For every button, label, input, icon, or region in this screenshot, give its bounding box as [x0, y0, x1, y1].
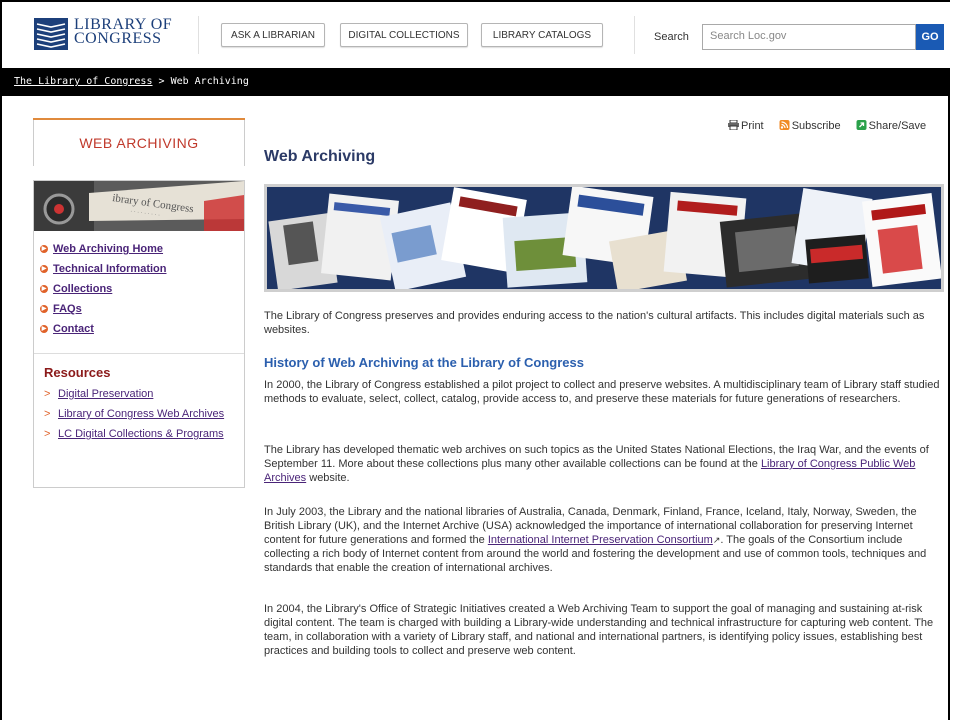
share-tool[interactable]: Share/Save — [856, 120, 932, 132]
banner-collage — [267, 187, 941, 289]
sidebar-image: ibrary of Congress · · · · · · · · · — [34, 181, 244, 231]
iipc-link[interactable]: International Internet Preservation Cons… — [488, 534, 713, 546]
history-paragraph-4: In 2004, the Library's Office of Strateg… — [264, 603, 934, 657]
resource-item[interactable]: > Library of Congress Web Archives — [44, 407, 240, 422]
share-label: Share/Save — [868, 120, 927, 132]
arrow-bullet-icon: ▶ — [40, 245, 48, 254]
resource-item[interactable]: > Digital Preservation — [44, 387, 240, 402]
print-tool[interactable]: Print — [728, 120, 773, 132]
logo-line2: CONGRESS — [74, 30, 162, 47]
loc-logo[interactable]: LIBRARY OF CONGRESS — [34, 17, 174, 52]
breadcrumb-bar: The Library of Congress > Web Archiving — [2, 68, 948, 96]
chevron-right-icon: > — [44, 408, 51, 420]
sidebar-link[interactable]: Collections — [53, 283, 112, 295]
sidebar-item-technical[interactable]: ▶ Technical Information — [40, 263, 166, 283]
resources-list: > Digital Preservation > Library of Congre… — [44, 387, 240, 447]
sidebar-item-collections[interactable]: ▶ Collections — [40, 283, 166, 303]
chevron-right-icon: > — [44, 388, 51, 400]
book-icon — [34, 18, 68, 50]
resources-heading: Resources — [44, 365, 111, 380]
resource-item[interactable]: > LC Digital Collections & Programs — [44, 427, 240, 442]
paragraph-text: website. — [306, 472, 350, 484]
page-title: Web Archiving — [264, 148, 376, 165]
sidebar-link[interactable]: Web Archiving Home — [53, 243, 163, 255]
sidebar-title: WEB ARCHIVING — [79, 135, 199, 151]
search-label: Search — [654, 31, 689, 43]
search-input[interactable]: Search Loc.gov — [702, 24, 916, 50]
breadcrumb: The Library of Congress > Web Archiving — [14, 76, 249, 87]
arrow-bullet-icon: ▶ — [40, 305, 48, 314]
print-label: Print — [741, 120, 764, 132]
sidebar-link[interactable]: FAQs — [53, 303, 82, 315]
history-paragraph-1: In 2000, the Library of Congress establi… — [264, 379, 940, 405]
site-header: LIBRARY OF CONGRESS ASK A LIBRARIAN DIGI… — [2, 2, 950, 68]
rss-icon — [779, 120, 790, 130]
history-paragraph-2: The Library has developed thematic web a… — [264, 443, 944, 485]
header-divider — [198, 16, 199, 54]
history-heading: History of Web Archiving at the Library … — [264, 355, 584, 370]
subscribe-label: Subscribe — [791, 120, 841, 132]
sidebar-title-box: WEB ARCHIVING — [33, 118, 245, 166]
web-archiving-banner — [264, 184, 944, 292]
library-sign-image: ibrary of Congress · · · · · · · · · — [34, 181, 244, 231]
sidebar-nav-box: ibrary of Congress · · · · · · · · · ▶ We… — [33, 180, 245, 488]
sidebar-item-home[interactable]: ▶ Web Archiving Home — [40, 243, 166, 263]
digital-collections-button[interactable]: DIGITAL COLLECTIONS — [340, 23, 468, 47]
chevron-right-icon: > — [44, 428, 51, 440]
arrow-bullet-icon: ▶ — [40, 265, 48, 274]
sidebar-divider — [34, 353, 244, 354]
arrow-bullet-icon: ▶ — [40, 325, 48, 334]
search-go-button[interactable]: GO — [916, 24, 944, 50]
sidebar-nav: ▶ Web Archiving Home ▶ Technical Informati… — [40, 243, 166, 343]
ask-librarian-button[interactable]: ASK A LIBRARIAN — [221, 23, 325, 47]
sidebar-link[interactable]: Technical Information — [53, 263, 166, 275]
breadcrumb-separator: > — [158, 76, 165, 87]
resource-link[interactable]: Library of Congress Web Archives — [58, 408, 224, 420]
library-catalogs-button[interactable]: LIBRARY CATALOGS — [481, 23, 603, 47]
subscribe-tool[interactable]: Subscribe — [779, 120, 850, 132]
logo-wordmark: LIBRARY OF CONGRESS — [74, 17, 172, 47]
sidebar-link[interactable]: Contact — [53, 323, 94, 335]
sidebar-item-contact[interactable]: ▶ Contact — [40, 323, 166, 343]
resource-link[interactable]: LC Digital Collections & Programs — [58, 428, 224, 440]
breadcrumb-current: Web Archiving — [170, 76, 249, 87]
resource-link[interactable]: Digital Preservation — [58, 388, 153, 400]
history-paragraph-3: In July 2003, the Library and the nation… — [264, 505, 944, 575]
printer-icon — [728, 120, 739, 130]
header-divider — [634, 16, 635, 54]
page-tools: Print Subscribe Share/Save — [728, 120, 938, 132]
breadcrumb-home-link[interactable]: The Library of Congress — [14, 76, 152, 87]
arrow-bullet-icon: ▶ — [40, 285, 48, 294]
sidebar-item-faqs[interactable]: ▶ FAQs — [40, 303, 166, 323]
intro-paragraph: The Library of Congress preserves and pr… — [264, 310, 925, 336]
website-collage-image — [267, 187, 941, 289]
share-icon — [856, 120, 867, 130]
